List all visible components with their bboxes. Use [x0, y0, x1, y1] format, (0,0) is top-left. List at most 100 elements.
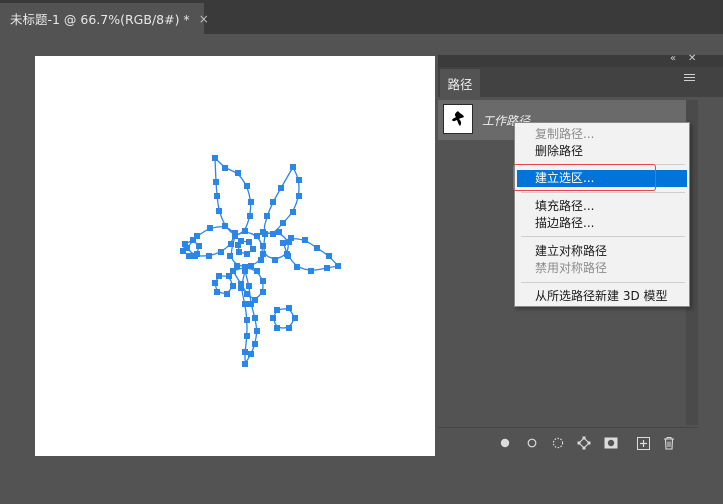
menu-item-stroke-path[interactable]: 描边路径...	[515, 215, 689, 232]
close-panel-icon[interactable]: ✕	[688, 53, 696, 64]
menu-item-duplicate-path[interactable]: 复制路径...	[515, 126, 689, 143]
menu-item-new-3d-model[interactable]: 从所选路径新建 3D 模型	[515, 288, 689, 305]
path-anchor-point	[216, 208, 222, 214]
document-tab-title: 未标题-1 @ 66.7%(RGB/8#) *	[10, 12, 190, 27]
path-anchor-point	[272, 257, 278, 263]
path-anchor-point	[196, 243, 202, 249]
menu-item-make-symmetry-path[interactable]: 建立对称路径	[515, 243, 689, 260]
path-anchor-point	[236, 249, 242, 255]
path-anchor-point	[276, 229, 282, 235]
path-anchor-point	[206, 253, 212, 259]
path-anchor-point	[207, 225, 213, 231]
path-anchor-point	[335, 263, 341, 269]
path-anchor-point	[242, 301, 248, 307]
path-anchor-point	[227, 253, 233, 259]
path-anchor-point	[242, 228, 248, 234]
work-path-segment	[214, 157, 252, 235]
path-anchor-point	[248, 263, 254, 269]
path-anchor-point	[194, 251, 200, 257]
path-anchor-point	[182, 241, 188, 247]
path-anchor-point	[212, 155, 218, 161]
path-anchor-point	[326, 253, 332, 259]
path-anchor-point	[258, 257, 264, 263]
path-anchor-point	[296, 193, 302, 199]
path-anchor-point	[190, 237, 196, 243]
path-anchor-point	[296, 177, 302, 183]
path-anchor-point	[248, 351, 254, 357]
stroke-path-icon[interactable]	[525, 436, 539, 450]
path-anchor-point	[280, 220, 286, 226]
path-anchor-point	[260, 243, 266, 249]
path-anchor-point	[308, 268, 314, 274]
path-anchor-point	[228, 241, 234, 247]
path-anchor-point	[222, 223, 228, 229]
path-anchor-point	[244, 251, 250, 257]
path-anchor-point	[244, 333, 250, 339]
path-anchor-point	[244, 291, 250, 297]
path-anchor-point	[238, 281, 244, 287]
path-anchor-point	[314, 245, 320, 251]
path-anchor-point	[290, 209, 296, 215]
path-anchor-point	[286, 305, 292, 311]
panel-title-bar: « ✕	[438, 53, 723, 67]
path-anchor-point	[235, 170, 241, 176]
path-anchor-point	[224, 291, 230, 297]
path-anchor-point	[238, 238, 244, 244]
menu-separator	[521, 236, 685, 237]
path-anchor-point	[262, 231, 268, 237]
path-anchor-point	[302, 237, 308, 243]
path-anchor-point	[244, 317, 250, 323]
delete-path-icon[interactable]	[662, 436, 676, 450]
path-anchor-point	[260, 251, 266, 257]
work-path-drawing	[180, 155, 341, 367]
panel-bottom-toolbar	[438, 427, 698, 458]
path-anchor-point	[230, 268, 236, 274]
close-icon[interactable]: ×	[199, 12, 209, 26]
path-anchor-point	[248, 199, 254, 205]
path-anchor-point	[290, 164, 296, 170]
path-anchor-point	[270, 231, 276, 237]
path-anchor-point	[242, 264, 248, 270]
path-anchor-point	[254, 233, 260, 239]
path-anchor-point	[186, 253, 192, 259]
panel-tab-row: 路径	[438, 67, 723, 97]
path-anchor-point	[270, 315, 276, 321]
document-tab-bar: 未标题-1 @ 66.7%(RGB/8#) * ×	[0, 0, 723, 34]
new-path-icon[interactable]	[636, 436, 650, 450]
path-anchor-point	[246, 283, 252, 289]
path-anchor-point	[294, 264, 300, 270]
fill-path-icon[interactable]	[498, 436, 512, 450]
panel-menu-icon[interactable]	[684, 74, 695, 83]
menu-separator	[521, 282, 685, 283]
path-context-menu: 复制路径... 删除路径 建立选区... 填充路径... 描边路径... 建立对…	[514, 122, 690, 307]
menu-item-make-selection[interactable]: 建立选区...	[517, 170, 687, 187]
path-anchor-point	[214, 289, 220, 295]
menu-item-disable-symmetry-path[interactable]: 禁用对称路径	[515, 260, 689, 277]
document-tab[interactable]: 未标题-1 @ 66.7%(RGB/8#) * ×	[0, 3, 209, 34]
menu-item-delete-path[interactable]: 删除路径	[515, 143, 689, 160]
menu-item-fill-path[interactable]: 填充路径...	[515, 198, 689, 215]
path-anchor-point	[232, 233, 238, 239]
document-canvas[interactable]	[35, 56, 435, 456]
add-mask-icon[interactable]	[604, 436, 618, 450]
path-anchor-point	[274, 307, 280, 313]
path-anchor-point	[250, 246, 256, 252]
make-work-path-icon[interactable]	[577, 436, 591, 450]
path-anchor-point	[286, 239, 292, 245]
path-anchor-point	[260, 278, 266, 284]
collapse-panel-icon[interactable]: «	[670, 53, 676, 64]
menu-separator	[521, 164, 685, 165]
tab-paths[interactable]: 路径	[440, 69, 480, 97]
path-anchor-point	[274, 325, 280, 331]
path-anchor-point	[213, 179, 219, 185]
path-anchor-point	[324, 265, 330, 271]
path-anchor-point	[252, 315, 258, 321]
path-anchor-point	[214, 193, 220, 199]
path-anchor-point	[222, 165, 228, 171]
path-anchor-point	[246, 239, 252, 245]
path-anchor-point	[247, 213, 253, 219]
path-anchor-point	[254, 328, 260, 334]
path-anchor-point	[286, 325, 292, 331]
load-selection-icon[interactable]	[551, 436, 565, 450]
path-anchor-point	[212, 280, 218, 286]
